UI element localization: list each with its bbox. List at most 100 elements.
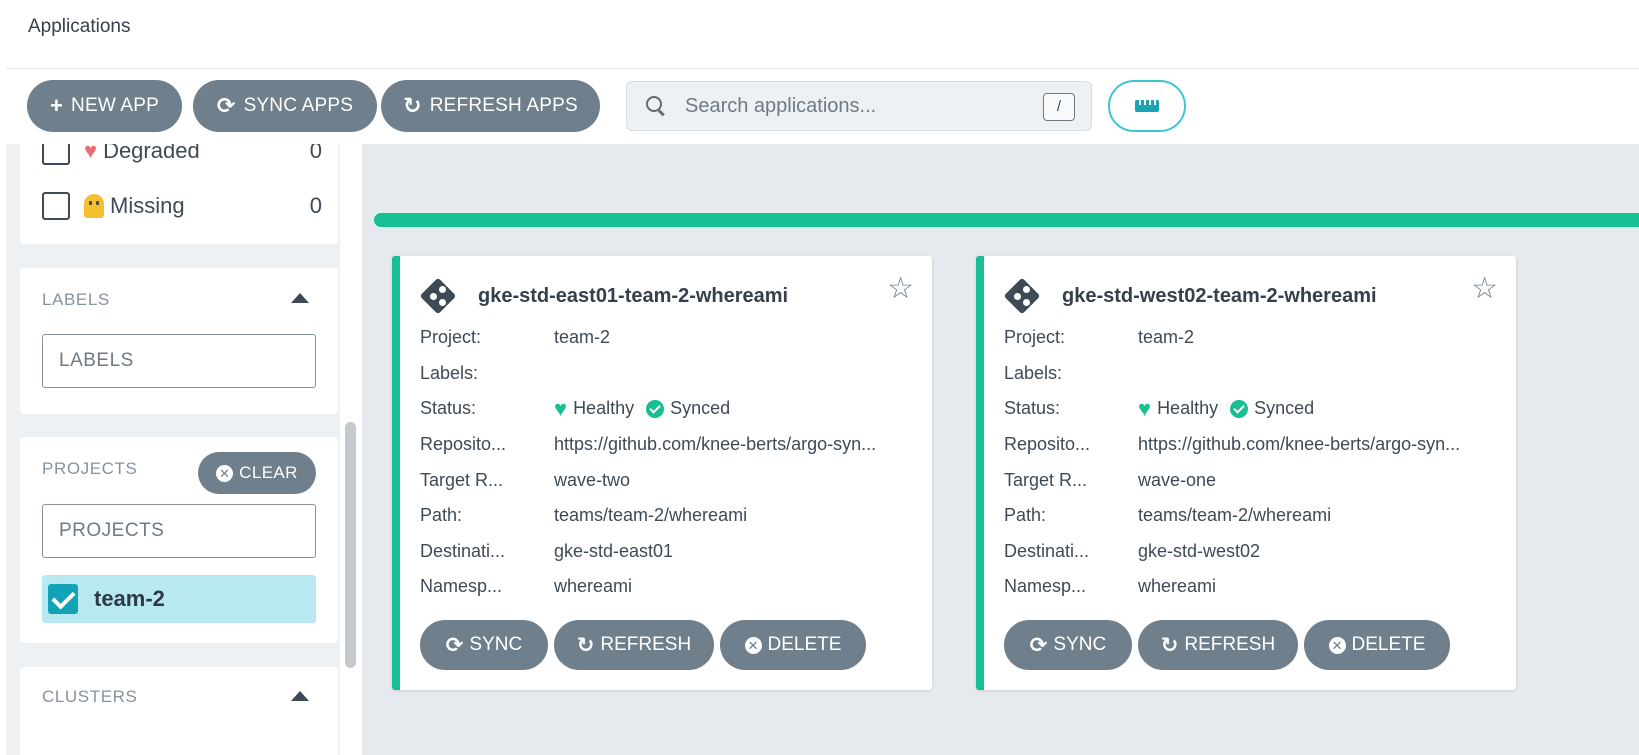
- app-card[interactable]: gke-std-west02-team-2-whereami ☆ Project…: [976, 256, 1516, 690]
- ruler-icon: [1135, 100, 1159, 112]
- search-input[interactable]: [685, 94, 1045, 118]
- field-status: Status: ♥ Healthy Synced: [1004, 391, 1498, 427]
- field-status: Status: ♥ Healthy Synced: [420, 391, 914, 427]
- collapse-caret-icon[interactable]: [291, 691, 309, 701]
- close-circle-icon: ✕: [216, 464, 234, 482]
- field-key: Labels:: [1004, 362, 1063, 383]
- field-value: https://github.com/knee-berts/argo-syn..…: [1138, 434, 1461, 455]
- field-destination: Destinati... gke-std-east01: [420, 534, 914, 570]
- close-circle-icon: ✕: [1328, 636, 1346, 654]
- field-value: team-2: [554, 327, 611, 348]
- labels-title: LABELS: [42, 290, 110, 309]
- filter-degraded[interactable]: ♥ Degraded 0: [42, 144, 322, 165]
- field-value: whereami: [554, 576, 633, 597]
- sync-status: Synced: [670, 398, 731, 419]
- view-toggle-button[interactable]: [1108, 80, 1186, 132]
- new-app-label: NEW APP: [71, 95, 160, 116]
- health-status: Healthy: [1157, 398, 1219, 419]
- field-path: Path: teams/team-2/whereami: [1004, 498, 1498, 534]
- favorite-star-icon[interactable]: ☆: [1471, 274, 1498, 304]
- filter-label: Degraded: [103, 144, 200, 163]
- field-target-revision: Target R... wave-one: [1004, 462, 1498, 498]
- field-value: team-2: [1138, 327, 1195, 348]
- field-key: Target R...: [1004, 469, 1088, 490]
- field-labels: Labels:: [420, 356, 914, 392]
- refresh-apps-button[interactable]: ↻ REFRESH APPS: [381, 80, 600, 132]
- toolbar: + NEW APP ⟳ SYNC APPS ↻ REFRESH APPS /: [0, 70, 1639, 144]
- field-key: Status:: [1004, 398, 1061, 419]
- card-header: gke-std-east01-team-2-whereami: [419, 277, 788, 315]
- search-shortcut-key: /: [1043, 93, 1075, 121]
- check-circle-icon: [646, 399, 665, 418]
- card-actions: ⟳ SYNC ↻ REFRESH ✕ DELETE: [1004, 620, 1450, 670]
- checked-checkbox[interactable]: [48, 584, 78, 614]
- sync-button[interactable]: ⟳ SYNC: [1004, 620, 1132, 670]
- clear-label: CLEAR: [239, 463, 298, 482]
- field-target-revision: Target R... wave-two: [420, 462, 914, 498]
- refresh-icon: ↻: [576, 633, 595, 657]
- field-key: Destinati...: [1004, 540, 1090, 561]
- field-namespace: Namesp... whereami: [420, 569, 914, 605]
- git-icon: [419, 277, 457, 315]
- projects-input[interactable]: PROJECTS: [42, 504, 316, 558]
- plus-icon: +: [49, 93, 64, 118]
- card-actions: ⟳ SYNC ↻ REFRESH ✕ DELETE: [420, 620, 866, 670]
- clusters-panel: CLUSTERS: [20, 667, 338, 755]
- field-value: teams/team-2/whereami: [554, 505, 748, 526]
- sync-icon: ⟳: [216, 93, 236, 118]
- header-divider: [6, 68, 1639, 69]
- labels-panel: LABELS LABELS: [20, 268, 338, 414]
- app-name[interactable]: gke-std-east01-team-2-whereami: [478, 285, 788, 308]
- heart-icon: ♥: [554, 397, 568, 420]
- field-project: Project: team-2: [1004, 320, 1498, 356]
- field-path: Path: teams/team-2/whereami: [420, 498, 914, 534]
- field-value: wave-two: [554, 469, 631, 490]
- filter-label: Missing: [110, 193, 185, 218]
- git-icon: [1003, 277, 1041, 315]
- refresh-icon: ↻: [403, 93, 422, 118]
- app-card[interactable]: gke-std-east01-team-2-whereami ☆ Project…: [392, 256, 932, 690]
- sync-button[interactable]: ⟳ SYNC: [420, 620, 548, 670]
- sync-icon: ⟳: [1029, 633, 1048, 657]
- app-details: Project: team-2 Labels: Status: ♥ Healthy…: [420, 320, 914, 605]
- refresh-button[interactable]: ↻ REFRESH: [554, 620, 714, 670]
- field-key: Reposito...: [1004, 434, 1091, 455]
- project-option-team-2[interactable]: team-2: [42, 575, 316, 623]
- projects-panel: PROJECTS ✕ CLEAR PROJECTS team-2: [20, 437, 338, 643]
- delete-button[interactable]: ✕ DELETE: [1304, 620, 1450, 670]
- sync-apps-label: SYNC APPS: [243, 95, 354, 116]
- favorite-star-icon[interactable]: ☆: [887, 274, 914, 304]
- labels-input[interactable]: LABELS: [42, 334, 316, 388]
- clear-projects-button[interactable]: ✕ CLEAR: [198, 452, 316, 494]
- sync-icon: ⟳: [445, 633, 464, 657]
- app-name[interactable]: gke-std-west02-team-2-whereami: [1062, 285, 1377, 308]
- heart-icon: ♥: [1138, 397, 1152, 420]
- delete-button[interactable]: ✕ DELETE: [720, 620, 866, 670]
- field-key: Status:: [420, 398, 477, 419]
- filter-sidebar: ♥ Degraded 0 Missing 0 LABELS LABELS PRO…: [6, 144, 355, 755]
- field-labels: Labels:: [1004, 356, 1498, 392]
- field-value: teams/team-2/whereami: [1138, 505, 1332, 526]
- field-value: gke-std-east01: [554, 540, 674, 561]
- refresh-button[interactable]: ↻ REFRESH: [1138, 620, 1298, 670]
- sync-apps-button[interactable]: ⟳ SYNC APPS: [193, 80, 377, 132]
- missing-checkbox[interactable]: [42, 192, 70, 220]
- search-icon: [645, 95, 667, 117]
- field-key: Labels:: [420, 362, 479, 383]
- collapse-caret-icon[interactable]: [291, 293, 309, 303]
- degraded-checkbox[interactable]: [42, 144, 70, 165]
- sidebar-scrollbar-thumb[interactable]: [345, 422, 356, 668]
- field-key: Namesp...: [420, 576, 503, 597]
- broken-heart-icon: ♥: [84, 144, 98, 163]
- search-box[interactable]: /: [626, 81, 1092, 131]
- card-header: gke-std-west02-team-2-whereami: [1003, 277, 1377, 315]
- field-key: Namesp...: [1004, 576, 1087, 597]
- clusters-title: CLUSTERS: [42, 687, 138, 706]
- refresh-label: REFRESH: [600, 634, 692, 655]
- sync-status: Synced: [1254, 398, 1315, 419]
- field-value: wave-one: [1138, 469, 1217, 490]
- filter-missing[interactable]: Missing 0: [42, 192, 322, 220]
- field-key: Target R...: [420, 469, 504, 490]
- delete-label: DELETE: [1351, 634, 1426, 655]
- new-app-button[interactable]: + NEW APP: [27, 80, 182, 132]
